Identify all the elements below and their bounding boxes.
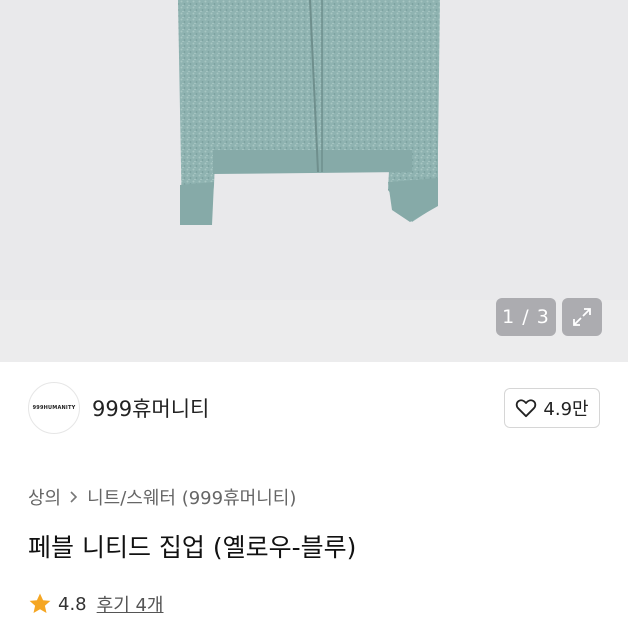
chevron-right-icon (70, 491, 78, 503)
expand-button[interactable] (562, 298, 602, 336)
rating-score: 4.8 (58, 593, 87, 615)
shop-logo[interactable]: 999HUMANITY (28, 382, 80, 434)
breadcrumb-subcategory[interactable]: 니트/스웨터 (999휴머니티) (87, 484, 296, 510)
expand-icon (573, 308, 591, 326)
rating-row: 4.8 후기 4개 (28, 591, 164, 617)
heart-icon (516, 399, 537, 418)
image-pager: 1 / 3 (496, 298, 556, 336)
breadcrumb-category[interactable]: 상의 (28, 484, 61, 510)
product-photo (178, 0, 440, 225)
shop-logo-text: 999HUMANITY (32, 405, 76, 411)
shop-name[interactable]: 999휴머니티 (92, 393, 209, 423)
review-count-link[interactable]: 후기 4개 (97, 591, 164, 617)
like-count: 4.9만 (543, 399, 589, 420)
breadcrumb: 상의 니트/스웨터 (999휴머니티) (28, 484, 296, 510)
star-icon (29, 593, 51, 613)
product-title: 페블 니티드 집업 (옐로우-블루) (28, 533, 357, 562)
like-button[interactable]: 4.9만 (504, 388, 600, 428)
